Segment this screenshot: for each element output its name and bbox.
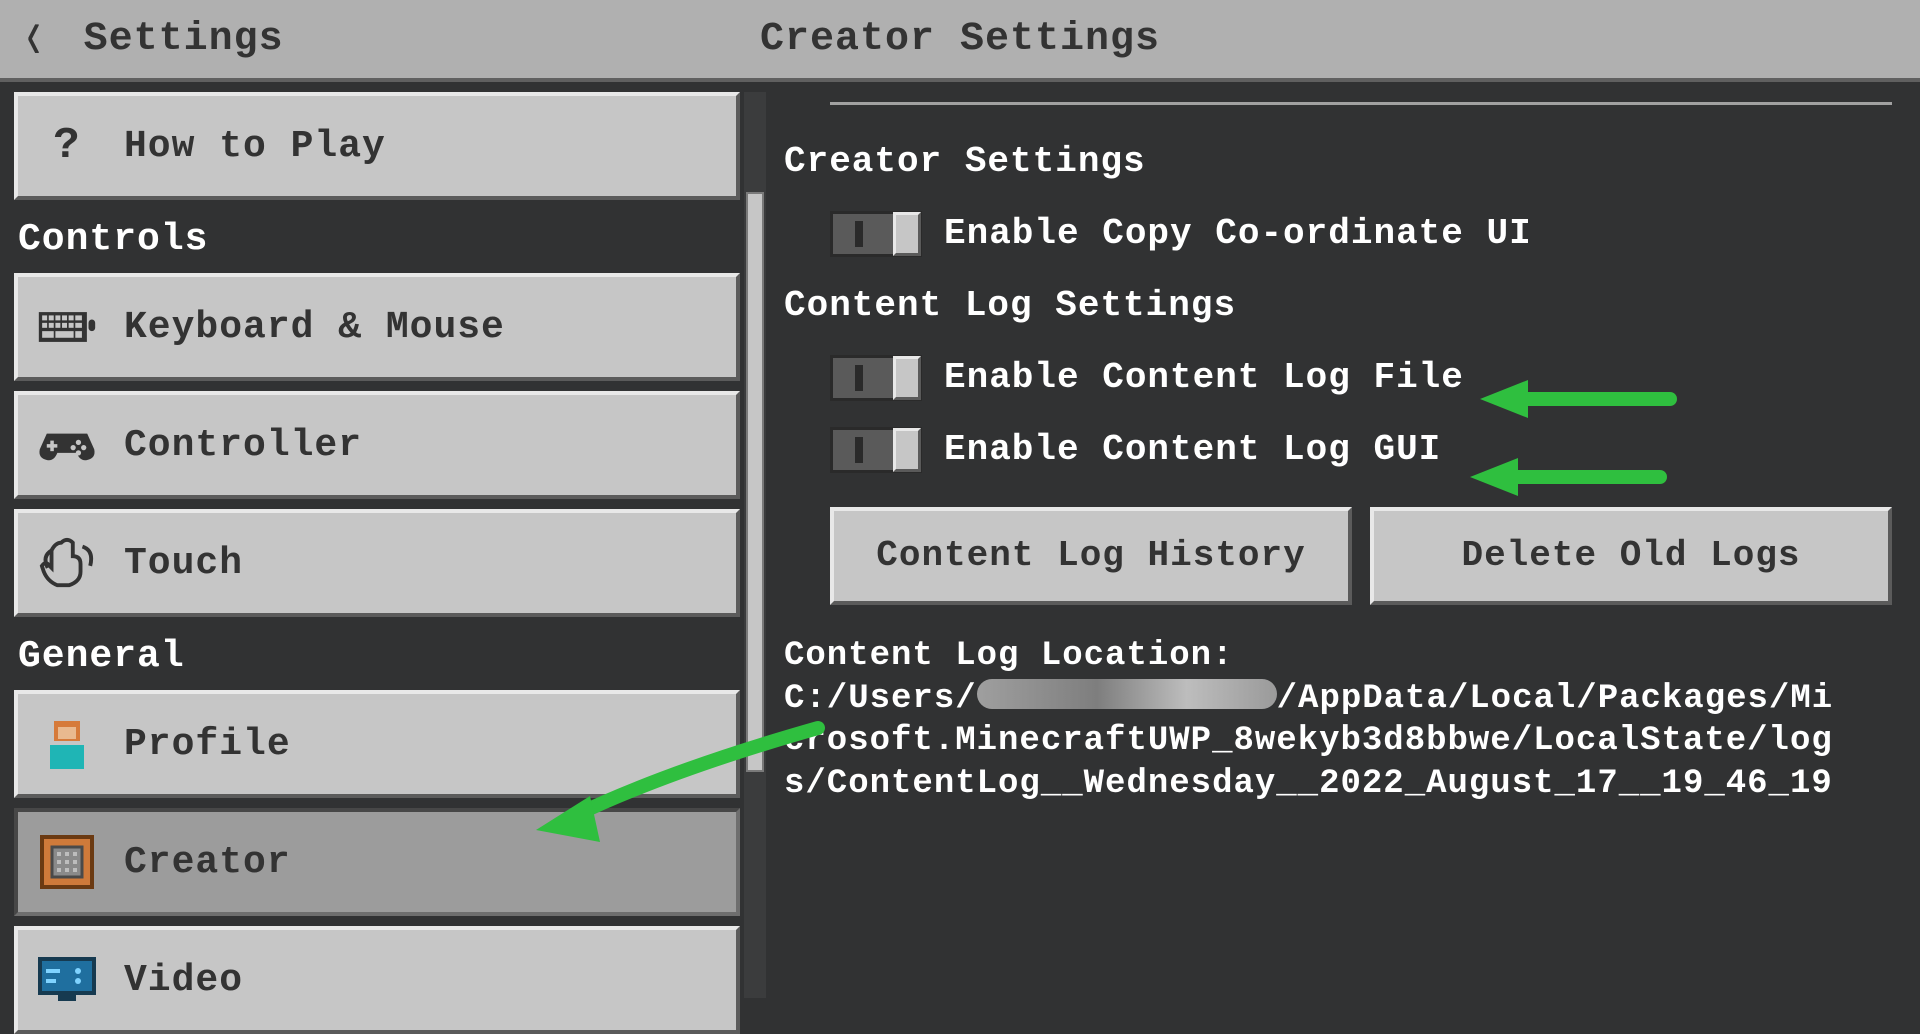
keyboard-icon xyxy=(38,298,96,356)
topbar: ‹ Settings Creator Settings xyxy=(0,0,1920,82)
loc-path: C:/Users//AppData/Local/Packages/Microso… xyxy=(784,678,1844,806)
button-label: Delete Old Logs xyxy=(1461,529,1800,583)
commandblock-icon xyxy=(38,833,96,891)
back-button[interactable]: ‹ Settings xyxy=(20,16,284,62)
sidebar-item-howtoplay[interactable]: ? How to Play xyxy=(14,92,740,200)
touch-icon xyxy=(38,534,96,592)
sidebar-item-label: Video xyxy=(124,959,243,1002)
divider xyxy=(830,102,1892,105)
monitor-icon xyxy=(38,951,96,1009)
group-title-creator: Creator Settings xyxy=(784,135,1892,189)
toggle-content-log-gui-label: Enable Content Log GUI xyxy=(944,423,1441,477)
group-title-contentlog: Content Log Settings xyxy=(784,279,1892,333)
loc-path-prefix: C:/Users/ xyxy=(784,680,977,718)
sidebar-item-label: Touch xyxy=(124,542,243,585)
sidebar-item-keyboard[interactable]: Keyboard & Mouse xyxy=(14,273,740,381)
sidebar-item-controller[interactable]: Controller xyxy=(14,391,740,499)
sidebar-item-touch[interactable]: Touch xyxy=(14,509,740,617)
sidebar-item-label: Controller xyxy=(124,424,362,467)
sidebar-item-label: Keyboard & Mouse xyxy=(124,306,505,349)
section-header-controls: Controls xyxy=(14,210,740,273)
sidebar: ? How to Play Controls Keyboard & Mouse … xyxy=(0,82,770,1008)
page-title-wrap: Creator Settings xyxy=(0,17,1920,62)
profile-icon xyxy=(38,715,96,773)
sidebar-item-label: How to Play xyxy=(124,125,386,168)
section-header-general: General xyxy=(14,627,740,690)
sidebar-scrollbar[interactable] xyxy=(744,92,766,998)
page-title: Creator Settings xyxy=(760,17,1160,62)
button-label: Content Log History xyxy=(876,529,1305,583)
toggle-content-log-file[interactable] xyxy=(830,355,922,401)
back-label: Settings xyxy=(84,17,284,62)
scrollbar-thumb[interactable] xyxy=(746,192,764,772)
toggle-copy-coord-label: Enable Copy Co-ordinate UI xyxy=(944,207,1532,261)
toggle-content-log-gui[interactable] xyxy=(830,427,922,473)
question-icon: ? xyxy=(38,117,96,175)
redacted-username xyxy=(977,679,1277,709)
delete-old-logs-button[interactable]: Delete Old Logs xyxy=(1370,507,1892,605)
sidebar-item-video[interactable]: Video xyxy=(14,926,740,1034)
chevron-left-icon: ‹ xyxy=(21,2,46,76)
sidebar-item-creator[interactable]: Creator xyxy=(14,808,740,916)
toggle-content-log-file-label: Enable Content Log File xyxy=(944,351,1464,405)
sidebar-item-profile[interactable]: Profile xyxy=(14,690,740,798)
content-log-history-button[interactable]: Content Log History xyxy=(830,507,1352,605)
gamepad-icon xyxy=(38,416,96,474)
loc-title: Content Log Location: xyxy=(784,635,1844,678)
content-log-location: Content Log Location: C:/Users//AppData/… xyxy=(784,635,1844,805)
sidebar-item-label: Profile xyxy=(124,723,291,766)
sidebar-item-label: Creator xyxy=(124,841,291,884)
toggle-copy-coord[interactable] xyxy=(830,211,922,257)
content-panel: Creator Settings Enable Copy Co-ordinate… xyxy=(770,82,1920,1008)
